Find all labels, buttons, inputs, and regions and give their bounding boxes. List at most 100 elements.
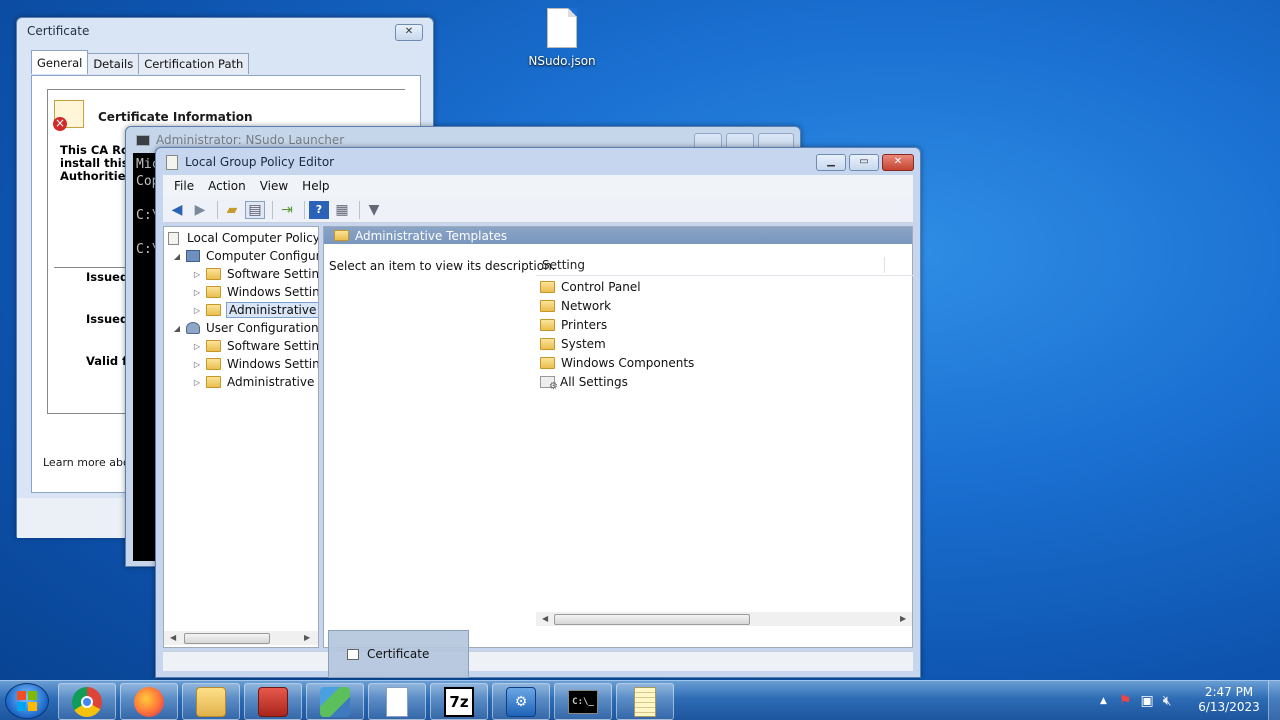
menu-view[interactable]: View — [253, 179, 295, 193]
toolbar: ◀ ▶ ▰ ▤ ⇥ ? ▦ ▼ — [163, 197, 913, 223]
collapsed-arrow-icon[interactable]: ▷ — [192, 378, 202, 387]
collapsed-arrow-icon[interactable]: ▷ — [192, 270, 202, 279]
cmd-icon — [136, 134, 150, 146]
tree-node-local-computer-policy[interactable]: Local Computer Policy — [168, 229, 318, 247]
volume-muted-icon[interactable]: 🔇︎ — [1163, 693, 1172, 709]
help-button[interactable]: ? — [309, 200, 329, 219]
tree-node-cc-administrative-templates[interactable]: ▷ Administrative Templates — [192, 301, 318, 319]
tree-horizontal-scrollbar[interactable]: ◀ ▶ — [164, 631, 318, 645]
list-item-all-settings[interactable]: All Settings — [540, 372, 628, 392]
action-center-flag-icon[interactable]: ⚑ — [1119, 693, 1132, 709]
scroll-right-icon[interactable]: ▶ — [304, 631, 310, 645]
taskbar-chrome[interactable] — [58, 683, 116, 720]
notepad-icon — [634, 686, 656, 717]
column-header-setting[interactable]: Setting — [536, 254, 914, 276]
scroll-left-icon[interactable]: ◀ — [170, 631, 176, 645]
toolbar-separator — [359, 200, 360, 219]
folder-icon — [540, 356, 555, 369]
export-list-button[interactable]: ⇥ — [277, 201, 297, 219]
taskbar-certificate[interactable] — [368, 683, 426, 720]
7zip-icon: 7z — [444, 686, 474, 717]
taskbar-firefox[interactable] — [120, 683, 178, 720]
scrollbar-thumb[interactable] — [184, 633, 270, 644]
tab-details[interactable]: Details — [87, 53, 140, 74]
tree-node-computer-configuration[interactable]: ◢ Computer Configuration — [172, 247, 318, 265]
notification-area: ▲ ⚑ ▣ 🔇︎ — [1100, 681, 1172, 720]
taskbar-7zip[interactable]: 7z — [430, 683, 488, 720]
tree-node-uc-software-settings[interactable]: ▷ Software Settings — [192, 337, 318, 355]
list-item-windows-components[interactable]: Windows Components — [540, 353, 694, 372]
list-item-printers[interactable]: Printers — [540, 315, 607, 334]
close-icon: ✕ — [404, 26, 414, 37]
certificate-window-icon — [347, 648, 359, 660]
taskbar-toolbox[interactable] — [244, 683, 302, 720]
tree-node-uc-windows-settings[interactable]: ▷ Windows Settings — [192, 355, 318, 373]
console-tree[interactable]: Local Computer Policy ◢ Computer Configu… — [163, 226, 319, 648]
forward-button[interactable]: ▶ — [190, 201, 210, 219]
collapsed-arrow-icon[interactable]: ▷ — [192, 360, 202, 369]
taskbar-explorer[interactable] — [182, 683, 240, 720]
maximize-button[interactable]: ▭ — [849, 154, 879, 171]
list-item-control-panel[interactable]: Control Panel — [540, 277, 641, 296]
tab-general[interactable]: General — [31, 50, 89, 74]
arrow-left-icon: ◀ — [171, 201, 183, 218]
scroll-left-icon[interactable]: ◀ — [542, 612, 548, 626]
folder-icon — [540, 318, 555, 331]
maximize-icon: ▭ — [859, 156, 869, 167]
filter-icon: ▼ — [368, 201, 380, 218]
close-button[interactable]: ✕ — [395, 24, 423, 41]
folder-icon — [540, 299, 555, 312]
up-one-level-button[interactable]: ▰ — [222, 201, 242, 219]
issued-to-label: Issued — [86, 270, 129, 284]
scrollbar-thumb[interactable] — [554, 614, 750, 625]
menu-help[interactable]: Help — [295, 179, 336, 193]
taskbar-registry[interactable] — [306, 683, 364, 720]
folder-icon — [206, 286, 221, 298]
show-desktop-button[interactable] — [1268, 681, 1280, 720]
chrome-icon — [72, 686, 102, 717]
expanded-arrow-icon[interactable]: ◢ — [172, 252, 182, 261]
certificate-error-icon — [53, 100, 84, 131]
expanded-arrow-icon[interactable]: ◢ — [172, 324, 182, 333]
start-button[interactable] — [5, 683, 49, 719]
minimize-button[interactable]: ▁ — [816, 154, 846, 171]
taskbar-mmc[interactable]: ⚙ — [492, 683, 550, 720]
tree-node-cc-windows-settings[interactable]: ▷ Windows Settings — [192, 283, 318, 301]
filter-button[interactable]: ▼ — [364, 201, 384, 219]
list-item-network[interactable]: Network — [540, 296, 611, 315]
collapsed-arrow-icon[interactable]: ▷ — [192, 342, 202, 351]
taskbar-cmd[interactable]: C:\_ — [554, 683, 612, 720]
desktop-icon-nsudo-json[interactable]: NSudo.json — [526, 8, 598, 68]
tab-certification-path[interactable]: Certification Path — [138, 53, 250, 74]
folder-icon — [206, 268, 221, 280]
show-hide-tree-button[interactable]: ▤ — [245, 200, 265, 219]
folder-icon — [540, 337, 555, 350]
action-pane-icon: ▦ — [335, 201, 349, 218]
user-icon — [186, 322, 200, 334]
tree-node-user-configuration[interactable]: ◢ User Configuration — [172, 319, 318, 337]
close-button[interactable]: ✕ — [882, 154, 914, 171]
tree-node-cc-software-settings[interactable]: ▷ Software Settings — [192, 265, 318, 283]
menu-action[interactable]: Action — [201, 179, 253, 193]
desktop-icon-label: NSudo.json — [528, 54, 596, 68]
folder-icon — [206, 340, 221, 352]
collapsed-arrow-icon[interactable]: ▷ — [192, 306, 202, 315]
clock[interactable]: 2:47 PM 6/13/2023 — [1192, 685, 1266, 715]
tree-node-uc-administrative-templates[interactable]: ▷ Administrative Templates — [192, 373, 318, 391]
menu-file[interactable]: File — [167, 179, 201, 193]
taskbar-notepad[interactable] — [616, 683, 674, 720]
network-icon[interactable]: ▣ — [1140, 693, 1153, 709]
back-button[interactable]: ◀ — [167, 201, 187, 219]
details-horizontal-scrollbar[interactable]: ◀ ▶ — [536, 612, 912, 626]
collapsed-arrow-icon[interactable]: ▷ — [192, 288, 202, 297]
taskbar-thumbnail-certificate[interactable]: Certificate — [328, 630, 469, 678]
status-bar — [163, 651, 913, 671]
show-hidden-icons-arrow-icon[interactable]: ▲ — [1100, 696, 1107, 706]
list-item-system[interactable]: System — [540, 334, 606, 353]
scroll-right-icon[interactable]: ▶ — [900, 612, 906, 626]
certificate-titlebar[interactable]: Certificate — [17, 18, 433, 44]
cert-tabs: General Details Certification Path — [31, 50, 250, 74]
gpe-titlebar[interactable]: Local Group Policy Editor — [156, 148, 920, 176]
description-text: Select an item to view its description. — [329, 259, 556, 273]
show-hide-action-pane-button[interactable]: ▦ — [332, 201, 352, 219]
